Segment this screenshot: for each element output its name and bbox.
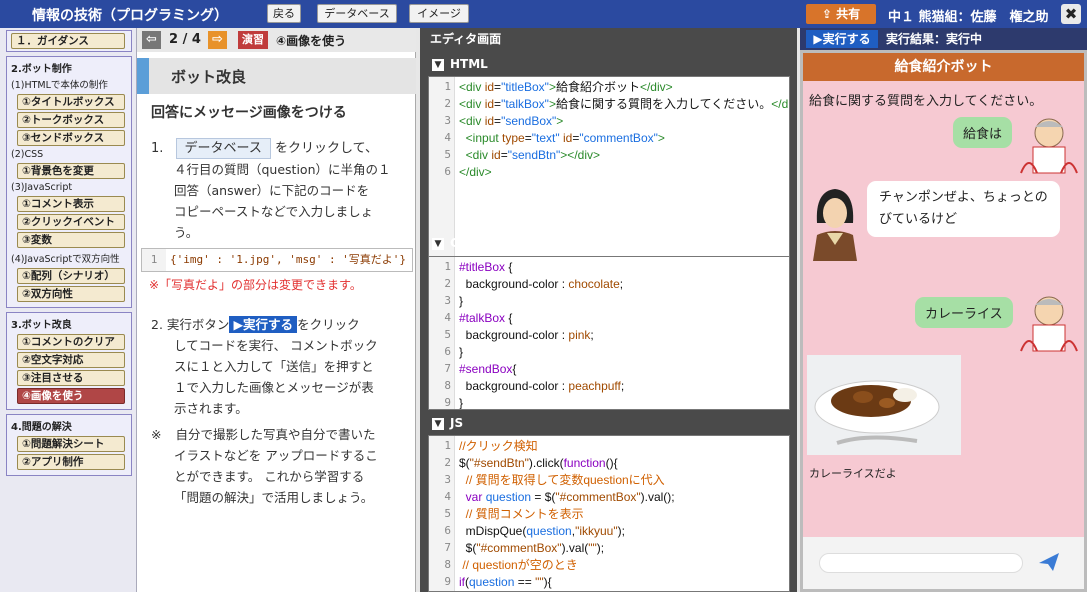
section-heading: ボット改良: [137, 58, 416, 94]
image-button[interactable]: イメージ: [409, 4, 469, 23]
prev-page-icon[interactable]: ⇦: [142, 31, 161, 49]
nav-item-empty-string[interactable]: ②空文字対応: [17, 352, 125, 368]
step-text: 回答（answer）に下記のコードを: [174, 183, 370, 198]
nav-section-title: 2.ボット制作: [11, 64, 72, 75]
step-text: １で入力した画像とメッセージが表: [174, 380, 374, 395]
teacher-avatar-icon: [1020, 118, 1078, 174]
css-section-header[interactable]: ▼ CSS: [420, 232, 797, 254]
html-editor[interactable]: 123456 <div id="titleBox">給食紹介ボット</div> …: [428, 76, 790, 258]
chevron-down-icon: ▼: [432, 237, 444, 250]
result-header: ▶実行する 実行結果：実行中: [800, 28, 1087, 50]
nav-subhead-html: (1)HTMLで本体の制作: [11, 80, 108, 91]
nav-section-problem: 4.問題の解決 ①問題解決シート ②アプリ制作: [6, 414, 132, 476]
js-editor[interactable]: 123456789 //クリック検知 $("#sendBtn").click(f…: [428, 435, 790, 592]
chevron-down-icon: ▼: [432, 58, 444, 71]
nav-item-problem-sheet[interactable]: ①問題解決シート: [17, 436, 125, 452]
nav-section-title: 4.問題の解決: [11, 422, 72, 433]
nav-section-bot-improve: 3.ボット改良 ①コメントのクリア ②空文字対応 ③注目させる ④画像を使う: [6, 312, 132, 410]
close-button[interactable]: ✖: [1061, 4, 1081, 24]
share-icon: ⇪: [821, 7, 837, 21]
nav-item-app-making[interactable]: ②アプリ制作: [17, 454, 125, 470]
css-editor[interactable]: 123456789 #titleBox { background-color :…: [428, 256, 790, 410]
step-text: コピーペーストなどで入力しましょ: [174, 204, 374, 219]
step-text: ４行目の質問（question）に半角の１: [174, 162, 391, 177]
bot-intro: 給食に関する質問を入力してください。: [809, 94, 1043, 109]
html-section-header[interactable]: ▼ HTML: [420, 53, 797, 75]
nav-item-comment[interactable]: ①コメント表示: [17, 196, 125, 212]
sidebar-nav: １．ガイダンス 2.ボット制作 (1)HTMLで本体の制作 ①タイトルボックス …: [0, 28, 137, 592]
nav-section-title: 3.ボット改良: [11, 320, 72, 331]
nav-item-interactive[interactable]: ②双方向性: [17, 286, 125, 302]
lesson-panel: ⇦ 2 / 4 ⇨ 演習 ④画像を使う ボット改良 回答にメッセージ画像をつける…: [137, 28, 416, 592]
result-panel: ▶実行する 実行結果：実行中 給食紹介ボット 給食に関する質問を入力してください…: [800, 28, 1087, 592]
user-name: 中１ 熊猫組：佐藤 権之助: [888, 10, 1049, 25]
pager: ⇦ 2 / 4 ⇨ 演習 ④画像を使う: [137, 28, 416, 52]
html-code: <div id="titleBox">給食紹介ボット</div> <div id…: [459, 80, 789, 179]
nav-item-title-box[interactable]: ①タイトルボックス: [17, 94, 125, 110]
nav-item-attention[interactable]: ③注目させる: [17, 370, 125, 386]
back-button[interactable]: 戻る: [267, 4, 301, 23]
bot-message: チャンポンぜよ、ちょっとの びているけど: [867, 181, 1060, 237]
code-text: {'img' : '1.jpg', 'msg' : '写真だよ'}: [170, 253, 407, 266]
database-link-button[interactable]: データベース: [175, 138, 271, 159]
nav-item-talk-box[interactable]: ②トークボックス: [17, 112, 125, 128]
note-2: ※ 自分で撮影した写真や自分で書いた イラストなどを アップロードするこ とがで…: [151, 427, 378, 505]
nav-section-guide: １．ガイダンス: [6, 30, 132, 52]
step-1: 1. データベース をクリックして、 ４行目の質問（question）に半角の１…: [151, 138, 413, 243]
nav-subhead-css: (2)CSS: [11, 149, 44, 160]
nav-item-send-box[interactable]: ③センドボックス: [17, 130, 125, 146]
nav-section-bot-making: 2.ボット制作 (1)HTMLで本体の制作 ①タイトルボックス ②トークボックス…: [6, 56, 132, 308]
run-status: 実行結果：実行中: [886, 32, 983, 46]
code-snippet[interactable]: 1 {'img' : '1.jpg', 'msg' : '写真だよ'}: [141, 248, 413, 272]
nav-subhead-js: (3)JavaScript: [11, 182, 73, 193]
bot-title-bar: 給食紹介ボット: [803, 53, 1084, 81]
nav-item-variable[interactable]: ③変数: [17, 232, 125, 248]
share-button[interactable]: ⇪ 共有: [806, 4, 876, 24]
curry-photo: [807, 355, 961, 455]
step-text: う。: [174, 225, 199, 240]
user-message: 給食は: [953, 117, 1013, 148]
next-page-icon[interactable]: ⇨: [208, 31, 227, 49]
teacher-avatar-icon: [1020, 296, 1078, 352]
bot-avatar-icon: [813, 189, 857, 261]
user-message: カレーライス: [915, 297, 1013, 328]
step-text: スに１と入力して「送信」を押すと: [174, 359, 374, 374]
exercise-badge: 演習: [238, 31, 268, 49]
nav-item-use-image[interactable]: ④画像を使う: [17, 388, 125, 404]
send-box: [803, 537, 1084, 589]
step-number: 1.: [151, 141, 164, 156]
image-caption: カレーライスだよ: [809, 467, 897, 480]
line-number: 1: [142, 249, 166, 271]
page-indicator: 2 / 4: [169, 32, 201, 47]
subheading: 回答にメッセージ画像をつける: [151, 105, 347, 121]
nav-subhead-js2: (4)JavaScriptで双方向性: [11, 254, 120, 265]
step-2: 2. 実行ボタン ▶実行する をクリック してコードを実行、 コメントボック スに１…: [151, 314, 413, 419]
run-button-inline[interactable]: ▶実行する: [229, 316, 298, 333]
editor-panel: エディタ画面 ▼ HTML 123456 <div id="titleBox">給…: [420, 28, 797, 592]
nav-item-click-event[interactable]: ②クリックイベント: [17, 214, 125, 230]
comment-input[interactable]: [819, 553, 1023, 573]
run-button[interactable]: ▶実行する: [806, 30, 878, 48]
nav-item-array[interactable]: ①配列（シナリオ）: [17, 268, 125, 284]
note-text: ※「写真だよ」の部分は変更できます。: [149, 278, 362, 292]
step-text: 示されます。: [174, 401, 248, 416]
editor-title: エディタ画面: [430, 32, 502, 46]
nav-item-bg-color[interactable]: ①背景色を変更: [17, 163, 125, 179]
nav-item-guide[interactable]: １．ガイダンス: [11, 33, 125, 49]
js-code: //クリック検知 $("#sendBtn").click(function(){…: [459, 439, 675, 589]
app-title: 情報の技術（プログラミング）: [32, 8, 228, 24]
js-section-header[interactable]: ▼ JS: [420, 412, 797, 434]
css-code: #titleBox { background-color : chocolate…: [459, 260, 625, 410]
top-bar: 情報の技術（プログラミング） 戻る データベース イメージ ⇪ 共有 中１ 熊猫…: [0, 0, 1087, 28]
send-icon[interactable]: [1037, 551, 1061, 573]
chat-screen: 給食紹介ボット 給食に関する質問を入力してください。 給食は チャンポンぜよ、ち…: [803, 53, 1084, 589]
database-button[interactable]: データベース: [317, 4, 397, 23]
nav-item-clear-comment[interactable]: ①コメントのクリア: [17, 334, 125, 350]
page-title: ④画像を使う: [276, 34, 347, 48]
chevron-down-icon: ▼: [432, 417, 444, 430]
step-number: 2.: [151, 317, 163, 332]
step-text: してコードを実行、 コメントボック: [174, 338, 378, 353]
